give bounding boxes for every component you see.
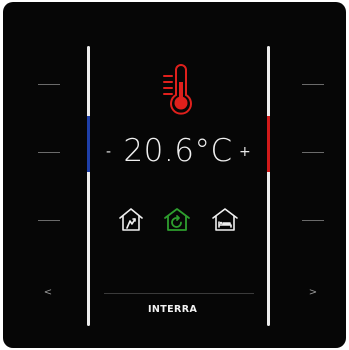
- home-away-icon[interactable]: [117, 206, 145, 236]
- left-touch-mark-bottom[interactable]: [38, 220, 60, 221]
- home-sleep-icon[interactable]: [210, 206, 240, 236]
- left-touch-mark-top[interactable]: [38, 84, 60, 85]
- temperature-readout: 20.6°C: [115, 133, 241, 169]
- right-touch-mark-middle[interactable]: [302, 152, 324, 153]
- left-touch-mark-middle[interactable]: [38, 152, 60, 153]
- right-slider-bar[interactable]: [267, 46, 270, 326]
- divider: [104, 293, 254, 294]
- increase-temperature-button[interactable]: +: [239, 145, 251, 159]
- temperature-unit: °C: [194, 133, 233, 169]
- hot-accent-segment: [267, 116, 270, 172]
- left-slider-bar[interactable]: [87, 46, 90, 326]
- home-auto-icon[interactable]: [162, 206, 192, 236]
- right-touch-mark-top[interactable]: [302, 84, 324, 85]
- temperature-value: 20.6: [123, 133, 195, 169]
- right-touch-mark-bottom[interactable]: [302, 220, 324, 221]
- brand-logo: INTERRA: [148, 304, 198, 315]
- thermometer-icon: [160, 64, 196, 120]
- next-arrow[interactable]: >: [306, 288, 320, 298]
- thermostat-panel: < > - 20.6°C + INTERRA: [3, 2, 346, 348]
- prev-arrow[interactable]: <: [41, 288, 55, 298]
- decrease-temperature-button[interactable]: -: [106, 145, 111, 159]
- cold-accent-segment: [87, 116, 90, 172]
